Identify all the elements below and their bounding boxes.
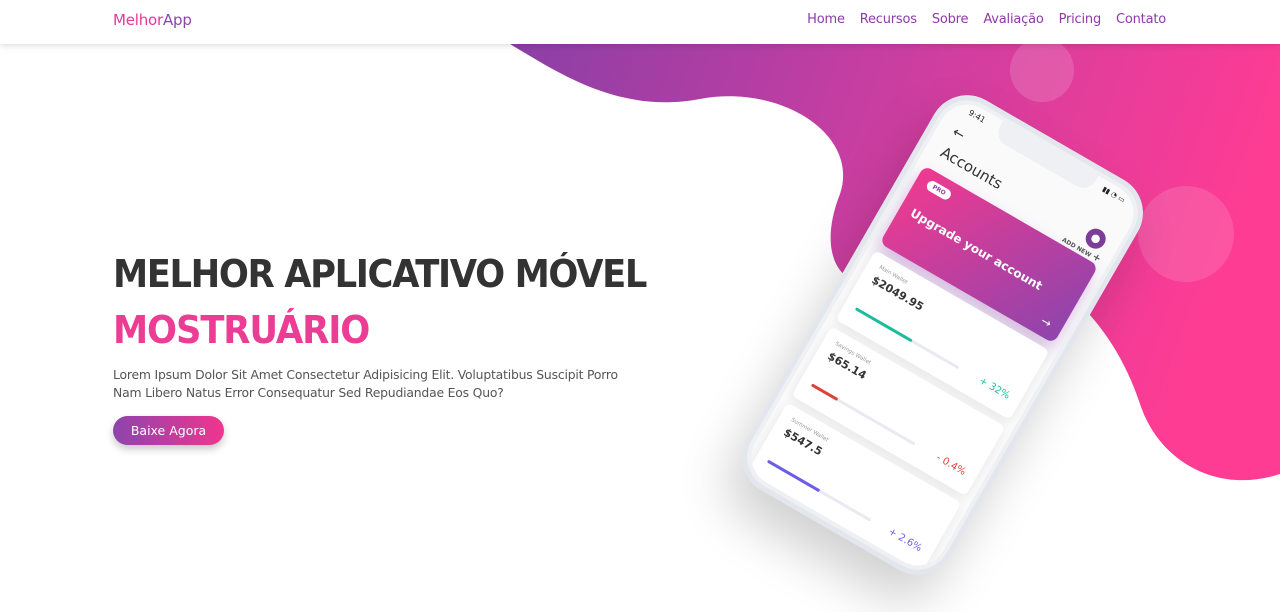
wallet-amount: $547.5 <box>781 425 825 459</box>
wallet-progress-track <box>766 459 872 522</box>
wallet-progress-fill <box>766 459 820 492</box>
brand-part-1: Melhor <box>113 11 163 29</box>
signal-battery-icon: ▮▮ ◔ ▭ <box>1100 185 1127 205</box>
nav-pricing[interactable]: Pricing <box>1059 12 1102 27</box>
wallet-progress-fill <box>854 307 914 343</box>
nav-avaliacao[interactable]: Avaliação <box>983 12 1043 27</box>
brand-part-2: App <box>163 11 192 29</box>
nav-recursos[interactable]: Recursos <box>860 12 917 27</box>
download-now-button[interactable]: Baixe Agora <box>113 416 224 445</box>
wallet-amount: $65.14 <box>825 349 869 383</box>
nav-sobre[interactable]: Sobre <box>932 12 969 27</box>
pro-badge: PRO <box>924 179 953 202</box>
phone-screen: 9:41 ▮▮ ◔ ▭ ← Accounts ● PRO Upgrade you… <box>740 93 1145 577</box>
nav-contato[interactable]: Contato <box>1116 12 1166 27</box>
brand-logo[interactable]: MelhorApp <box>113 11 192 29</box>
hero-description: Lorem Ipsum Dolor Sit Amet Consectetur A… <box>113 367 618 400</box>
navbar: MelhorApp Home Recursos Sobre Avaliação … <box>0 0 1280 44</box>
hero-title: MELHOR APLICATIVO MÓVEL <box>113 252 647 296</box>
hero-subtitle: MOSTRUÁRIO <box>113 308 370 352</box>
arrow-right-icon: → <box>1038 313 1055 331</box>
nav-home[interactable]: Home <box>807 12 845 27</box>
wallet-change: + 2.6% <box>886 526 924 555</box>
wallet-change: + 32% <box>976 375 1012 402</box>
phone-notch <box>992 120 1099 193</box>
status-time: 9:41 <box>966 108 987 125</box>
nav-links: Home Recursos Sobre Avaliação Pricing Co… <box>807 12 1166 27</box>
phone-frame: 9:41 ▮▮ ◔ ▭ ← Accounts ● PRO Upgrade you… <box>728 81 1157 589</box>
wallet-change: - 0.4% <box>934 452 968 478</box>
back-arrow-icon: ← <box>949 124 968 144</box>
phone-mockup: 9:41 ▮▮ ◔ ▭ ← Accounts ● PRO Upgrade you… <box>728 81 1157 589</box>
wallet-progress-fill <box>810 383 839 401</box>
